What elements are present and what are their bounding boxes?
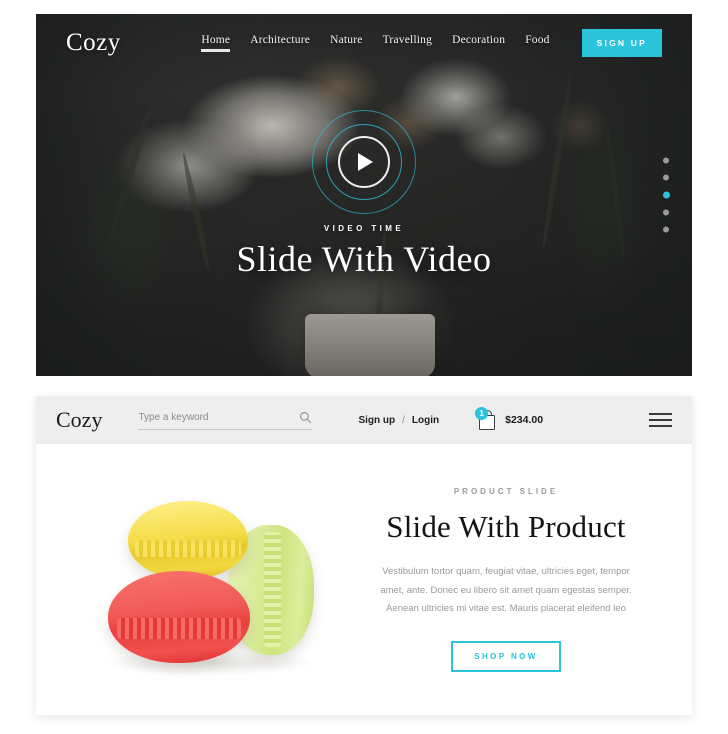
shop-header: Cozy Sign up / Login 1 $234.00 (36, 396, 692, 444)
shopping-bag-icon: 1 (475, 407, 497, 431)
hero-nav-menu: Home Architecture Nature Travelling Deco… (201, 29, 692, 57)
macaron-red (108, 570, 250, 663)
account-links: Sign up / Login (358, 415, 439, 426)
slider-dot[interactable] (663, 226, 669, 233)
shop-slide-card: Cozy Sign up / Login 1 $234.00 (36, 396, 692, 715)
play-video-button[interactable] (312, 110, 416, 214)
product-image (52, 465, 352, 695)
product-slide-body: PRODUCT SLIDE Slide With Product Vestibu… (36, 444, 692, 715)
search-input[interactable] (138, 411, 300, 423)
page-root: Cozy Home Architecture Nature Travelling… (0, 0, 728, 734)
slider-dot[interactable] (663, 174, 669, 181)
hamburger-menu-icon[interactable] (649, 413, 672, 427)
nav-item-travelling[interactable]: Travelling (383, 34, 433, 52)
product-copy: PRODUCT SLIDE Slide With Product Vestibu… (352, 487, 692, 672)
shop-now-button[interactable]: SHOP NOW (451, 640, 561, 672)
sign-up-link[interactable]: Sign up (358, 415, 395, 426)
burger-line (649, 413, 672, 415)
nav-item-architecture[interactable]: Architecture (250, 34, 310, 52)
search-icon (300, 411, 312, 423)
slider-dots (663, 157, 670, 233)
burger-line (649, 419, 672, 421)
nav-item-home[interactable]: Home (201, 34, 231, 52)
macaron-yellow (128, 500, 248, 579)
login-link[interactable]: Login (412, 415, 439, 426)
product-description: Vestibulum tortor quam, feugiat vitae, u… (380, 566, 632, 615)
nav-item-decoration[interactable]: Decoration (452, 34, 505, 52)
hero-navbar: Cozy Home Architecture Nature Travelling… (36, 14, 692, 72)
slider-dot-active[interactable] (663, 191, 670, 199)
hero-eyebrow: VIDEO TIME (323, 224, 405, 233)
slider-dot[interactable] (663, 209, 669, 216)
product-title: Slide With Product (386, 509, 626, 545)
account-separator: / (402, 414, 405, 426)
play-icon (358, 153, 373, 171)
nav-item-food[interactable]: Food (525, 34, 549, 52)
nav-item-nature[interactable]: Nature (330, 34, 363, 52)
sign-up-button[interactable]: SIGN UP (581, 29, 662, 57)
product-eyebrow: PRODUCT SLIDE (453, 487, 559, 497)
slider-dot[interactable] (663, 157, 669, 164)
hero-logo[interactable]: Cozy (66, 29, 121, 57)
search-field[interactable] (138, 411, 313, 430)
cart-button[interactable]: 1 $234.00 (475, 407, 544, 431)
shop-logo[interactable]: Cozy (56, 407, 102, 433)
cart-total: $234.00 (505, 414, 544, 426)
hero-video-slide: Cozy Home Architecture Nature Travelling… (36, 14, 692, 376)
hero-title: Slide With Video (236, 239, 492, 279)
burger-line (649, 425, 672, 427)
